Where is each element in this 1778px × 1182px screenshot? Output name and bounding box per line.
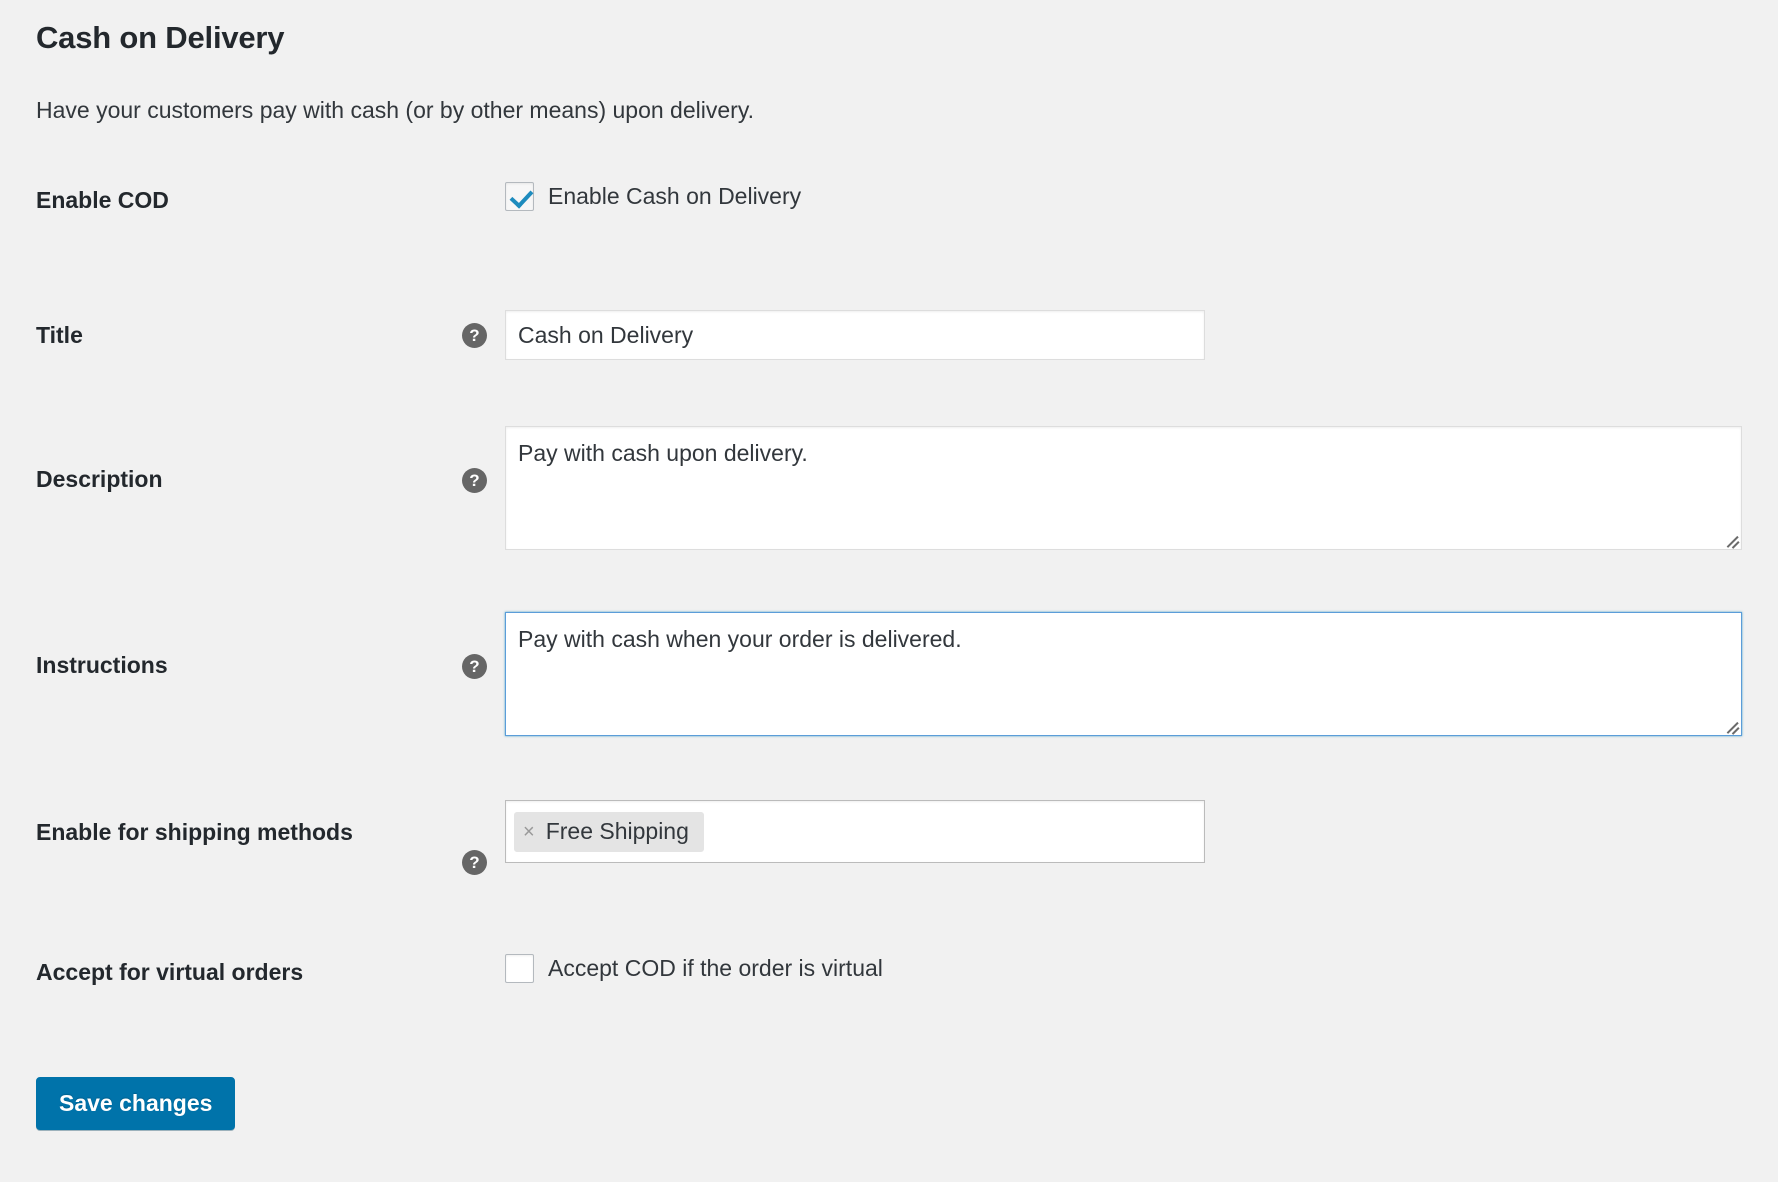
help-icon-instructions[interactable]: ? bbox=[462, 654, 487, 679]
instructions-textarea[interactable] bbox=[505, 612, 1742, 736]
label-title: Title bbox=[36, 322, 83, 348]
title-input[interactable] bbox=[505, 310, 1205, 360]
help-icon-shipping-methods[interactable]: ? bbox=[462, 850, 487, 875]
label-shipping-methods: Enable for shipping methods bbox=[36, 819, 353, 845]
page-title: Cash on Delivery bbox=[36, 20, 285, 55]
label-description: Description bbox=[36, 466, 163, 492]
page-description: Have your customers pay with cash (or by… bbox=[36, 97, 754, 123]
enable-cod-checkbox-wrap[interactable]: Enable Cash on Delivery bbox=[505, 182, 801, 211]
shipping-methods-select[interactable]: × Free Shipping bbox=[505, 800, 1205, 863]
virtual-orders-checkbox[interactable] bbox=[505, 954, 534, 983]
row-title: Title ? bbox=[0, 310, 1778, 370]
help-icon-description[interactable]: ? bbox=[462, 468, 487, 493]
row-virtual-orders: Accept for virtual orders Accept COD if … bbox=[0, 948, 1778, 1008]
virtual-orders-checkbox-label: Accept COD if the order is virtual bbox=[548, 955, 883, 981]
row-instructions: Instructions ? bbox=[0, 612, 1778, 736]
row-description: Description ? bbox=[0, 426, 1778, 550]
description-textarea[interactable] bbox=[505, 426, 1742, 550]
label-enable-cod: Enable COD bbox=[36, 187, 169, 213]
shipping-method-tag-label: Free Shipping bbox=[545, 818, 689, 844]
row-shipping-methods: Enable for shipping methods ? × Free Shi… bbox=[0, 800, 1778, 875]
enable-cod-checkbox[interactable] bbox=[505, 182, 534, 211]
virtual-orders-checkbox-wrap[interactable]: Accept COD if the order is virtual bbox=[505, 954, 883, 983]
label-instructions: Instructions bbox=[36, 652, 168, 678]
remove-icon[interactable]: × bbox=[523, 822, 535, 842]
row-enable-cod: Enable COD Enable Cash on Delivery bbox=[0, 178, 1778, 238]
help-icon-title[interactable]: ? bbox=[462, 323, 487, 348]
label-virtual-orders: Accept for virtual orders bbox=[36, 959, 304, 985]
enable-cod-checkbox-label: Enable Cash on Delivery bbox=[548, 183, 802, 209]
shipping-method-tag[interactable]: × Free Shipping bbox=[514, 811, 704, 852]
save-changes-button[interactable]: Save changes bbox=[36, 1077, 236, 1130]
cod-settings-page: Cash on Delivery Have your customers pay… bbox=[0, 0, 1778, 1182]
